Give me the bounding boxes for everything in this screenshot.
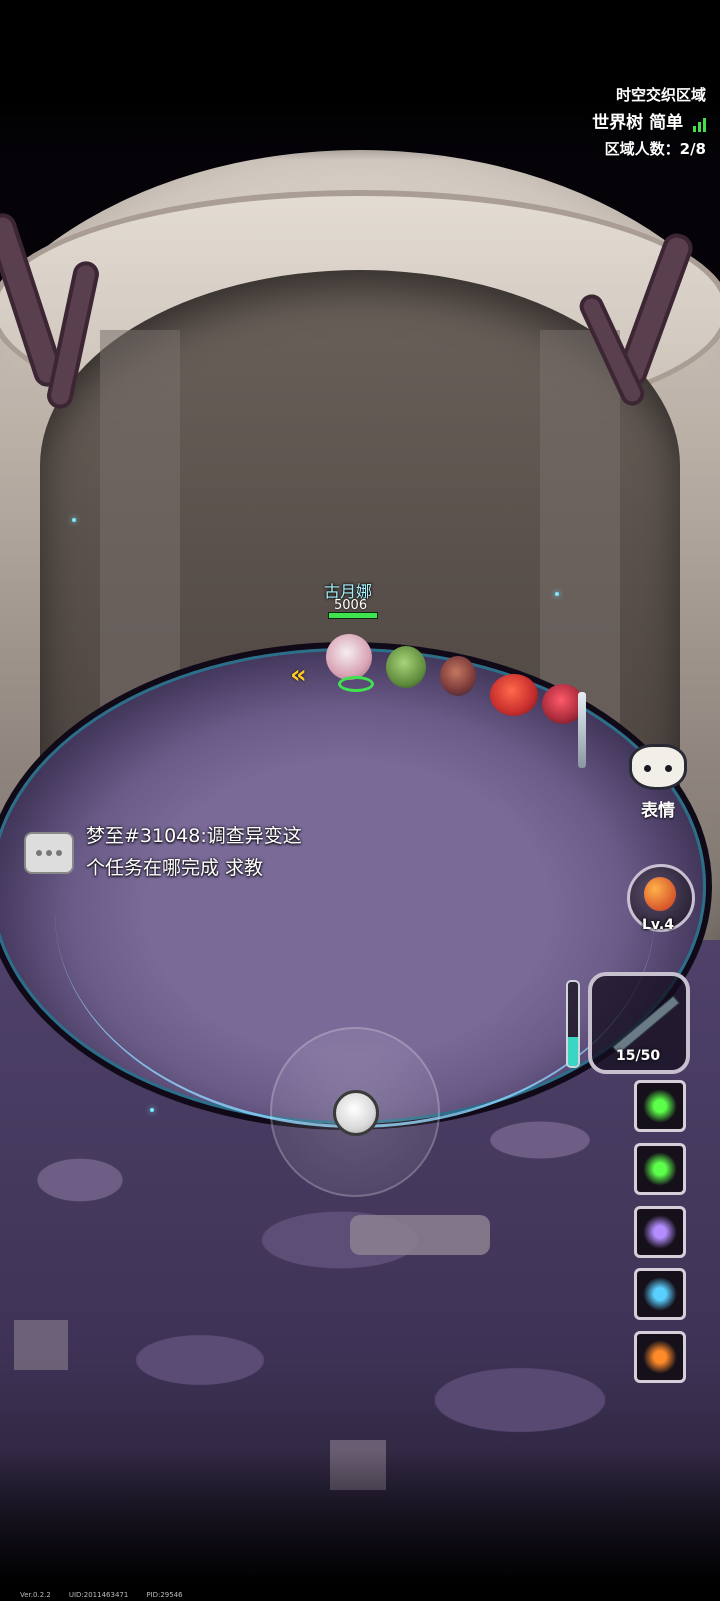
map-name-row: 世界树 简单 xyxy=(592,115,706,132)
emote-label: 表情 xyxy=(641,801,675,821)
skill-button[interactable] xyxy=(634,1331,686,1383)
zone-title: 时空交织区域 xyxy=(615,86,706,104)
weapon-ammo: 15/50 xyxy=(616,1048,661,1064)
sparkle xyxy=(150,1108,154,1112)
fire-ring-icon xyxy=(643,1340,677,1374)
skill-button[interactable] xyxy=(634,1268,686,1320)
zone-info: 时空交织区域 世界树 简单 区域人数：2/8 xyxy=(592,88,706,157)
weapon-charge-bar xyxy=(566,980,580,1068)
skill-button[interactable] xyxy=(634,1080,686,1132)
map-name: 世界树 xyxy=(592,113,644,133)
sword xyxy=(578,692,586,768)
pid-text: PID:29546 xyxy=(146,1591,183,1599)
sparkle xyxy=(555,592,559,596)
green-burst-icon xyxy=(643,1152,677,1186)
ruin-stone xyxy=(14,1320,68,1370)
chat-dot xyxy=(56,850,62,856)
direction-arrow-icon: « xyxy=(290,660,307,690)
skill-button[interactable] xyxy=(634,1143,686,1195)
emote-button[interactable]: 表情 xyxy=(628,744,688,824)
version-text: Ver.0.2.2 xyxy=(20,1591,51,1599)
chat-dot xyxy=(46,850,52,856)
signal-icon xyxy=(693,118,706,132)
game-scene xyxy=(0,0,720,1601)
joystick-knob[interactable] xyxy=(333,1090,379,1136)
player-character xyxy=(326,634,372,680)
uid-text: UID:2011463471 xyxy=(68,1591,129,1599)
ice-dash-icon xyxy=(643,1277,677,1311)
party-member xyxy=(440,656,476,696)
potion-button[interactable]: Lv.4 xyxy=(627,864,695,933)
chat-dot xyxy=(36,850,42,856)
weapon-attack-button[interactable]: 15/50 xyxy=(588,972,690,1074)
player-power: 5006 xyxy=(334,598,368,613)
sword-icon xyxy=(612,995,680,1055)
party-member xyxy=(386,646,426,688)
bottom-shadow xyxy=(0,1451,720,1601)
emote-face-icon xyxy=(629,744,687,790)
chat-line: 个任务在哪完成 求教 xyxy=(86,857,264,879)
potion-icon xyxy=(644,877,676,911)
player-count: 区域人数：2/8 xyxy=(604,140,706,158)
chat-button[interactable] xyxy=(24,832,74,874)
build-info: Ver.0.2.2 UID:2011463471 PID:29546 xyxy=(20,1591,183,1599)
difficulty: 简单 xyxy=(649,113,684,133)
party-member xyxy=(490,674,538,716)
player-ring xyxy=(338,676,374,692)
player-hp-bar xyxy=(328,612,378,619)
chat-message: 梦至#31048:调查异变这 个任务在哪完成 求教 xyxy=(86,820,366,884)
potion-level: Lv.4 xyxy=(642,917,674,933)
sparkle xyxy=(72,518,76,522)
chat-line: 梦至#31048:调查异变这 xyxy=(86,825,302,847)
skill-button[interactable] xyxy=(634,1206,686,1258)
stone-path xyxy=(350,1215,490,1255)
green-burst-icon xyxy=(643,1089,677,1123)
void-orb-icon xyxy=(643,1215,677,1249)
